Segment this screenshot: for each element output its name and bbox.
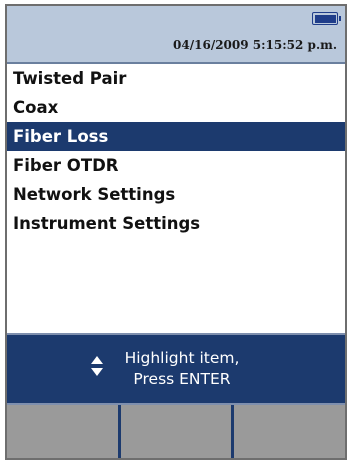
menu-item-coax[interactable]: Coax <box>7 93 345 122</box>
softkey-bar <box>7 405 345 458</box>
datetime-display: 04/16/2009 5:15:52 p.m. <box>173 38 337 52</box>
battery-tip <box>339 16 341 21</box>
menu-item-fiber-loss[interactable]: Fiber Loss <box>7 122 345 151</box>
status-header: 04/16/2009 5:15:52 p.m. <box>7 6 345 64</box>
instruction-bar: Highlight item, Press ENTER <box>7 333 345 405</box>
up-down-arrows-icon <box>91 356 103 376</box>
menu-item-twisted-pair[interactable]: Twisted Pair <box>7 64 345 93</box>
softkey-1[interactable] <box>7 405 121 458</box>
battery-icon <box>312 12 341 25</box>
softkey-2[interactable] <box>120 405 235 458</box>
device-screen: 04/16/2009 5:15:52 p.m. Twisted Pair Coa… <box>5 4 347 460</box>
softkey-3[interactable] <box>234 405 345 458</box>
battery-level-fill <box>314 14 336 23</box>
instruction-text: Highlight item, Press ENTER <box>107 348 257 390</box>
instruction-line-1: Highlight item, <box>124 349 240 367</box>
menu-item-network-settings[interactable]: Network Settings <box>7 180 345 209</box>
menu-item-fiber-otdr[interactable]: Fiber OTDR <box>7 151 345 180</box>
instruction-line-2: Press ENTER <box>133 370 231 388</box>
main-menu: Twisted Pair Coax Fiber Loss Fiber OTDR … <box>7 64 345 238</box>
menu-item-instrument-settings[interactable]: Instrument Settings <box>7 209 345 238</box>
